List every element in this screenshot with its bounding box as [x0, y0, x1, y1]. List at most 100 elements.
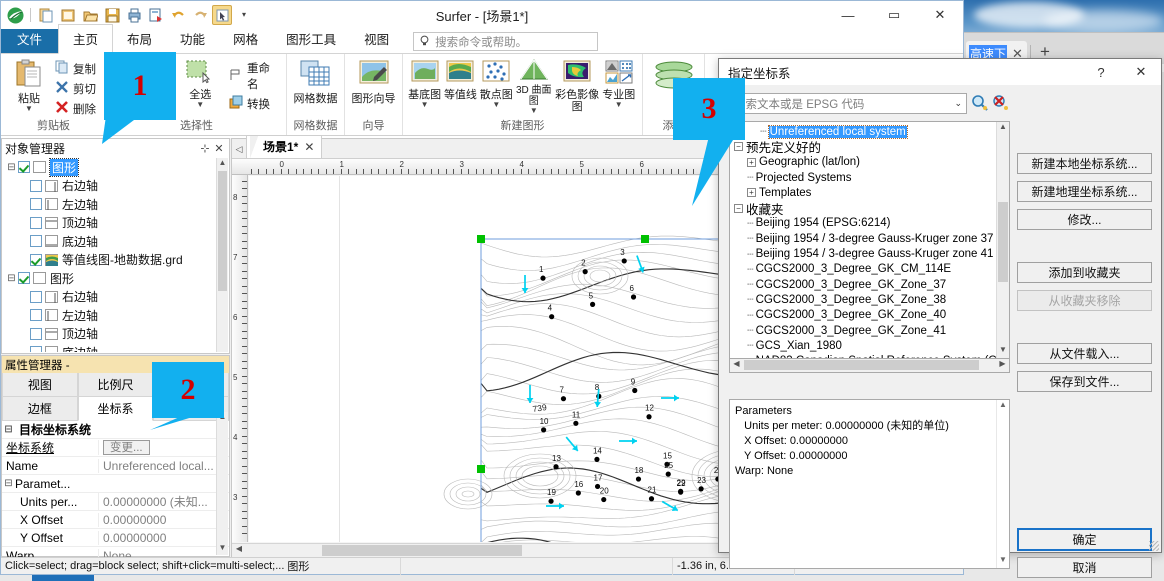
property-tab-frame[interactable]: 边框 [2, 397, 78, 421]
crs-tree-row[interactable]: ┄ CGCS2000_3_Degree_GK_Zone_37 [730, 277, 996, 292]
contour-map-button[interactable]: 等值线 [442, 57, 479, 101]
base-map-button[interactable]: 基底图 ▼ [408, 57, 441, 109]
object-tree-row[interactable]: 底边轴 [3, 232, 216, 251]
dialog-button-8[interactable]: 确定 [1017, 528, 1152, 551]
object-tree-row[interactable]: 顶边轴 [3, 325, 216, 344]
change-crs-button[interactable]: 变更... [98, 440, 229, 455]
vertical-ruler[interactable]: 8 7 6 5 4 3 [232, 175, 248, 542]
maximize-button[interactable]: ▭ [871, 1, 917, 29]
ribbon-tab-map-tools[interactable]: 图形工具 [272, 25, 350, 53]
object-tree-row[interactable]: 顶边轴 [3, 214, 216, 233]
object-tree-row[interactable]: ⊟ 图形 [3, 269, 216, 288]
export-icon[interactable] [146, 5, 166, 25]
dialog-button-4[interactable]: 添加到收藏夹 [1017, 262, 1152, 283]
object-tree-scrollbar[interactable]: ▲ [216, 158, 228, 352]
ribbon-tab-view[interactable]: 视图 [350, 25, 403, 53]
crs-tree-row[interactable]: − 预先定义好的 [730, 139, 996, 155]
graph-wizard-button[interactable]: 图形向导 [350, 57, 397, 105]
scroll-up-icon[interactable]: ▲ [997, 122, 1009, 135]
property-tab-scale[interactable]: 比例尺 [77, 373, 154, 397]
post-map-button[interactable]: 散点图 ▼ [480, 57, 513, 109]
expander-icon[interactable]: ⊟ [5, 162, 18, 173]
coordinate-system-tree[interactable]: ┄ Unreferenced local system − 预先定义好的 + Geogra… [729, 121, 1010, 359]
surface-3d-button[interactable]: 3D 曲面图 ▼ [514, 57, 554, 115]
object-tree-row[interactable]: ⊟ 图形 [3, 158, 216, 177]
undo-icon[interactable] [168, 5, 188, 25]
dialog-button-2[interactable]: 新建地理坐标系统... [1017, 181, 1152, 202]
object-tree-row[interactable]: 左边轴 [3, 195, 216, 214]
chevron-down-icon[interactable]: ▼ [421, 101, 429, 109]
visibility-checkbox[interactable] [30, 327, 42, 340]
crs-tree-row[interactable]: ┄ CGCS2000_3_Degree_GK_Zone_40 [730, 308, 996, 323]
crs-tree-row[interactable]: ┄ Beijing 1954 / 3-degree Gauss-Kruger zo… [730, 246, 996, 261]
scroll-thumb[interactable] [218, 171, 227, 291]
close-icon[interactable]: ✕ [304, 140, 314, 154]
chevron-down-icon[interactable]: ⌄ [954, 98, 962, 109]
property-row[interactable]: Units per... 0.00000000 (未知... [2, 493, 229, 511]
expander-icon[interactable]: ⊟ [2, 478, 15, 489]
qat-dropdown-icon[interactable]: ▾ [234, 5, 254, 25]
paste-button[interactable]: 粘贴 ▼ [6, 57, 52, 113]
ribbon-tab-features[interactable]: 功能 [166, 25, 219, 53]
search-icon[interactable] [971, 94, 988, 114]
open-icon[interactable] [80, 5, 100, 25]
dialog-button-3[interactable]: 修改... [1017, 209, 1152, 230]
print-icon[interactable] [124, 5, 144, 25]
dialog-button-9[interactable]: 取消 [1017, 557, 1152, 578]
tree-horizontal-scrollbar[interactable]: ◀ ▶ [729, 359, 1010, 373]
scroll-thumb[interactable] [322, 545, 522, 556]
scroll-up-icon[interactable]: ▲ [217, 158, 228, 170]
scroll-down-icon[interactable]: ▼ [997, 345, 1009, 358]
scroll-left-icon[interactable]: ◀ [730, 359, 743, 371]
close-button[interactable]: ✕ [917, 1, 963, 29]
visibility-checkbox[interactable] [30, 179, 42, 192]
dialog-button-6[interactable]: 从文件载入... [1017, 343, 1152, 364]
property-row[interactable]: ⊟ Paramet... [2, 475, 229, 493]
scroll-up-icon[interactable]: ▲ [997, 400, 1009, 413]
selection-handle[interactable] [477, 465, 485, 473]
tab-prev-button[interactable]: ◁ [232, 144, 246, 158]
scroll-down-icon[interactable]: ▼ [217, 543, 228, 555]
crs-tree-row[interactable]: − 收藏夹 [730, 200, 996, 217]
object-tree-row[interactable]: 右边轴 [3, 177, 216, 196]
ribbon-tab-grids[interactable]: 网格 [219, 25, 272, 53]
object-tree[interactable]: ⊟ 图形 右边轴 左边轴 顶边轴 底边轴 等值线图-地勘数据.grd ⊟ 图形 右边轴 左边轴 顶边轴… [3, 158, 216, 352]
crs-tree-row[interactable]: ┄ CGCS2000_3_Degree_GK_Zone_41 [730, 323, 996, 338]
resize-grip[interactable] [1149, 541, 1159, 551]
color-relief-button[interactable]: 彩色影像图 [555, 57, 600, 113]
minimize-button[interactable]: — [825, 1, 871, 29]
cut-button[interactable]: 剪切 [55, 80, 96, 97]
crs-tree-row[interactable]: + Geographic (lat/lon) [730, 155, 996, 170]
crs-tree-row[interactable]: ┄ CGCS2000_3_Degree_GK_Zone_38 [730, 292, 996, 307]
scroll-down-icon[interactable]: ▼ [997, 555, 1009, 568]
document-tab-plot1[interactable]: 场景1* ✕ [246, 135, 323, 158]
property-row[interactable]: 坐标系统 变更... [2, 439, 229, 457]
ribbon-tab-home[interactable]: 主页 [58, 24, 114, 54]
specialty-map-button[interactable]: 专业图 ▼ [601, 57, 638, 109]
object-tree-row[interactable]: 等值线图-地勘数据.grd [3, 251, 216, 270]
visibility-checkbox[interactable] [30, 198, 42, 211]
scroll-thumb[interactable] [744, 360, 979, 370]
clear-search-icon[interactable] [992, 94, 1009, 114]
surfer-logo-icon[interactable] [5, 5, 25, 25]
select-icon[interactable] [212, 5, 232, 25]
copy-button[interactable]: 复制 [55, 60, 96, 77]
property-grid[interactable]: ⊟ 目标坐标系统 坐标系统 变更... Name Unreferenced local..… [2, 421, 229, 565]
expander-icon[interactable]: ⊟ [5, 273, 18, 284]
crs-tree-row[interactable]: ┄ Beijing 1954 (EPSG:6214) [730, 216, 996, 231]
ribbon-tab-layout[interactable]: 布局 [113, 25, 166, 53]
search-input[interactable]: 搜索文本或是 EPSG 代码 ⌄ [729, 93, 967, 114]
visibility-checkbox[interactable] [30, 309, 42, 322]
crs-tree-row[interactable]: ┄ Projected Systems [730, 170, 996, 185]
tree-scrollbar[interactable]: ▲ ▼ [996, 122, 1009, 358]
crs-tree-row[interactable]: ┄ CGCS2000_3_Degree_GK_CM_114E [730, 262, 996, 277]
parameters-scrollbar[interactable]: ▲ ▼ [996, 400, 1009, 568]
expander-icon[interactable]: ⊟ [2, 424, 15, 435]
grid-data-button[interactable]: 网格数据 [292, 57, 339, 105]
new-icon[interactable] [36, 5, 56, 25]
dialog-button-1[interactable]: 新建本地坐标系统... [1017, 153, 1152, 174]
property-row[interactable]: Name Unreferenced local... [2, 457, 229, 475]
crs-tree-row[interactable]: ┄ GCS_Xian_1980 [730, 338, 996, 353]
redo-icon[interactable] [190, 5, 210, 25]
chevron-down-icon[interactable]: ▼ [615, 101, 623, 109]
